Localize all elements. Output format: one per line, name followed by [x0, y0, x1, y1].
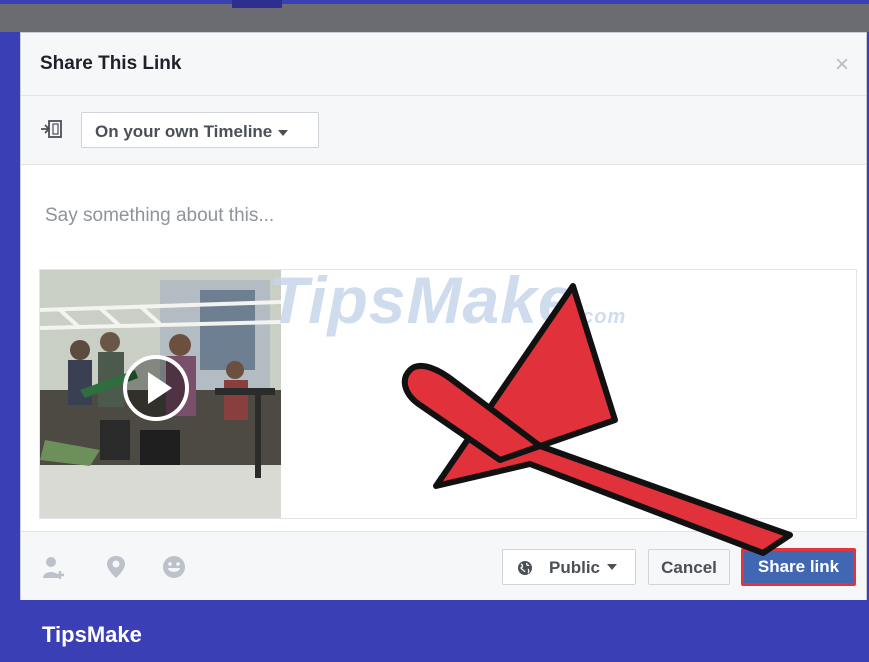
compose-input[interactable]: Say something about this... [45, 205, 274, 227]
top-edge [0, 0, 869, 4]
audience-selector-button[interactable]: Public [502, 549, 636, 585]
play-icon[interactable] [122, 354, 190, 422]
share-target-label: On your own Timeline [95, 122, 273, 141]
video-thumbnail[interactable] [40, 270, 281, 518]
cancel-button[interactable]: Cancel [648, 549, 730, 585]
background-tab [232, 0, 282, 8]
globe-icon [518, 561, 532, 575]
brand-logo: TipsMake [42, 622, 142, 647]
share-target-dropdown[interactable]: On your own Timeline [81, 112, 319, 148]
dialog-footer: Public Cancel Share link [21, 531, 866, 600]
share-target-icon [41, 120, 62, 138]
audience-label: Public [549, 558, 601, 577]
location-pin-icon[interactable] [103, 554, 129, 580]
tag-friends-icon[interactable] [41, 554, 67, 580]
close-icon[interactable]: × [832, 53, 852, 77]
share-link-button[interactable]: Share link [741, 548, 856, 586]
share-target-row: On your own Timeline [21, 96, 866, 165]
dialog-title: Share This Link [40, 53, 182, 74]
watermark: TipsMake.com [268, 262, 626, 338]
chevron-down-icon [607, 564, 617, 570]
dialog-header: Share This Link × [21, 33, 866, 96]
watermark-suffix: .com [575, 306, 627, 328]
chevron-down-icon [278, 129, 289, 136]
background-strip [0, 0, 869, 32]
watermark-text: TipsMake [268, 263, 576, 337]
feeling-smiley-icon[interactable] [161, 554, 187, 580]
